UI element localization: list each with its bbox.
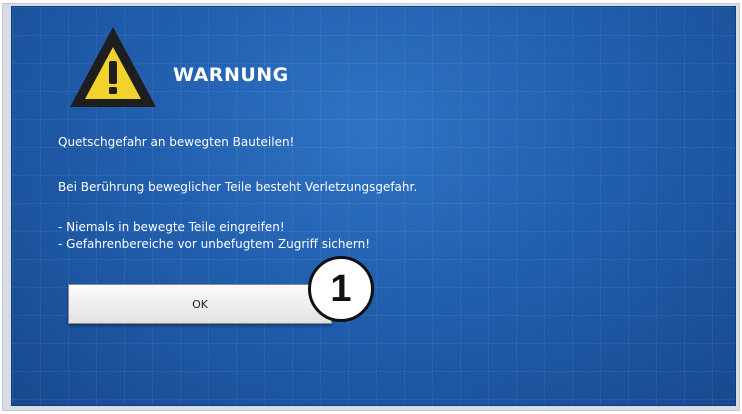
message-line-2: Bei Berührung beweglicher Teile besteht … <box>58 180 418 194</box>
message-line-1: Quetschgefahr an bewegten Bauteilen! <box>58 135 295 149</box>
dialog-title: WARNUNG <box>173 64 289 86</box>
warning-triangle-icon <box>70 27 156 107</box>
callout-marker: 1 <box>308 256 374 322</box>
message-line-4: - Gefahrenbereiche vor unbefugtem Zugrif… <box>58 237 370 251</box>
warning-dialog: WARNUNG Quetschgefahr an bewegten Bautei… <box>11 6 736 406</box>
message-line-3: - Niemals in bewegte Teile eingreifen! <box>58 220 285 234</box>
ok-button[interactable]: OK <box>68 284 332 324</box>
